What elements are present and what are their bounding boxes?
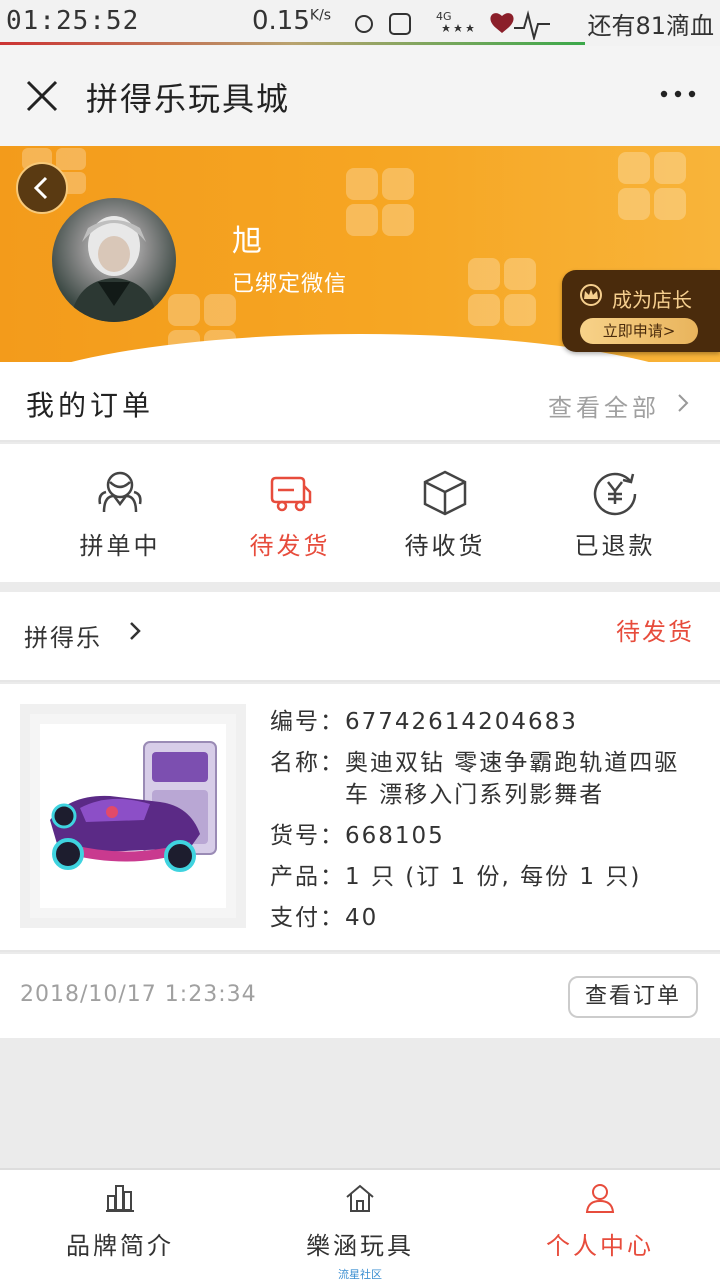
status-label: 待发货 <box>249 532 331 560</box>
nav-label: 品牌简介 <box>66 1232 174 1260</box>
sku: 668105 <box>345 823 445 849</box>
speed-value: 0.15 <box>252 6 310 36</box>
view-order-button[interactable]: 查看订单 <box>568 976 698 1018</box>
box-icon <box>423 470 467 516</box>
order-card-footer: 2018/10/17 1:23:34 查看订单 <box>0 954 720 1038</box>
product-name: 奥迪双钻 零速争霸跑轨道四驱车 漂移入门系列影舞者 <box>345 750 680 808</box>
apply-button[interactable]: 立即申请> <box>580 318 698 344</box>
decorative-pattern <box>346 168 414 236</box>
status-group-buying[interactable]: 拼单中 <box>30 444 210 582</box>
status-bar: 01:25:52 0.15K/s 4G 还有81滴血 <box>0 0 720 46</box>
payment-row: 支付： 40 <box>270 898 700 939</box>
avatar[interactable] <box>52 198 176 322</box>
status-pending-shipment[interactable]: 待发货 <box>200 444 380 582</box>
order-number: 67742614204683 <box>345 709 578 735</box>
payment-label: 支付： <box>270 905 345 931</box>
product-qty: 1 只 (订 1 份, 每份 1 只) <box>345 864 642 890</box>
back-button[interactable] <box>16 162 68 214</box>
chevron-left-icon <box>33 176 48 200</box>
battery-line <box>0 42 585 45</box>
product-name-row: 名称： 奥迪双钻 零速争霸跑轨道四驱车 漂移入门系列影舞者 <box>270 747 700 811</box>
orders-header: 我的订单 查看全部 <box>0 362 720 442</box>
order-card-body[interactable]: 编号： 67742614204683 名称： 奥迪双钻 零速争霸跑轨道四驱车 漂… <box>0 684 720 952</box>
become-manager-banner[interactable]: 成为店长 立即申请> <box>562 270 720 352</box>
group-icon <box>98 471 142 513</box>
shop-name: 拼得乐 <box>24 624 102 652</box>
sku-label: 货号： <box>270 823 345 849</box>
decorative-pattern <box>618 152 686 220</box>
battery-text: 还有81滴血 <box>587 12 714 40</box>
speed-unit: K/s <box>309 7 332 24</box>
product-image[interactable] <box>20 704 246 928</box>
svg-text:4G: 4G <box>436 10 452 23</box>
product-info: 编号： 67742614204683 名称： 奥迪双钻 零速争霸跑轨道四驱车 漂… <box>270 702 700 939</box>
user-icon <box>585 1184 615 1213</box>
avatar-image <box>70 216 158 322</box>
network-speed: 0.15K/s <box>252 6 331 36</box>
product-name-label: 名称： <box>270 750 345 776</box>
order-status-row: 拼单中 待发货 待收货 已退款 <box>0 444 720 582</box>
decorative-pattern <box>468 258 536 326</box>
nav-home[interactable]: 樂涵玩具 流星社区 <box>240 1170 480 1280</box>
home-icon <box>346 1184 374 1212</box>
status-pending-receipt[interactable]: 待收货 <box>355 444 535 582</box>
user-name: 旭 <box>232 224 262 259</box>
nav-label: 个人中心 <box>546 1232 654 1260</box>
product-image-frame <box>40 724 226 908</box>
order-status: 待发货 <box>616 618 694 646</box>
status-icons: 4G <box>355 10 550 40</box>
sku-row: 货号： 668105 <box>270 816 700 857</box>
status-label: 已退款 <box>574 532 656 560</box>
payment-amount: 40 <box>345 905 379 931</box>
orders-title: 我的订单 <box>26 389 155 422</box>
refund-icon <box>593 472 637 516</box>
page-title: 拼得乐玩具城 <box>86 80 291 118</box>
nav-brand-intro[interactable]: 品牌简介 <box>0 1170 240 1280</box>
order-card-header[interactable]: 拼得乐 待发货 <box>0 592 720 682</box>
title-bar: 拼得乐玩具城 <box>0 46 720 146</box>
nav-label: 樂涵玩具 <box>306 1232 414 1260</box>
nav-sub-label: 流星社区 <box>338 1268 382 1280</box>
product-qty-label: 产品： <box>270 864 345 890</box>
nav-profile[interactable]: 个人中心 <box>480 1170 720 1280</box>
view-all-link[interactable]: 查看全部 <box>548 388 660 423</box>
product-qty-row: 产品： 1 只 (订 1 份, 每份 1 只) <box>270 857 700 898</box>
crown-icon <box>580 284 602 306</box>
chevron-right-icon[interactable] <box>676 392 690 414</box>
status-label: 待收货 <box>404 532 486 560</box>
chart-icon <box>106 1185 134 1212</box>
status-label: 拼单中 <box>79 532 161 560</box>
bottom-nav: 品牌简介 樂涵玩具 流星社区 个人中心 <box>0 1168 720 1280</box>
truck-icon <box>270 476 312 512</box>
chevron-right-icon <box>130 622 141 640</box>
order-number-row: 编号： 67742614204683 <box>270 702 700 743</box>
order-date: 2018/10/17 1:23:34 <box>20 982 257 1007</box>
bind-status: 已绑定微信 <box>232 272 348 297</box>
order-number-label: 编号： <box>270 709 345 735</box>
status-refunded[interactable]: 已退款 <box>525 444 705 582</box>
status-time: 01:25:52 <box>6 6 140 36</box>
close-icon[interactable] <box>22 76 62 116</box>
toy-car-image <box>50 741 217 872</box>
more-icon[interactable] <box>658 84 698 104</box>
manager-title: 成为店长 <box>612 288 692 312</box>
